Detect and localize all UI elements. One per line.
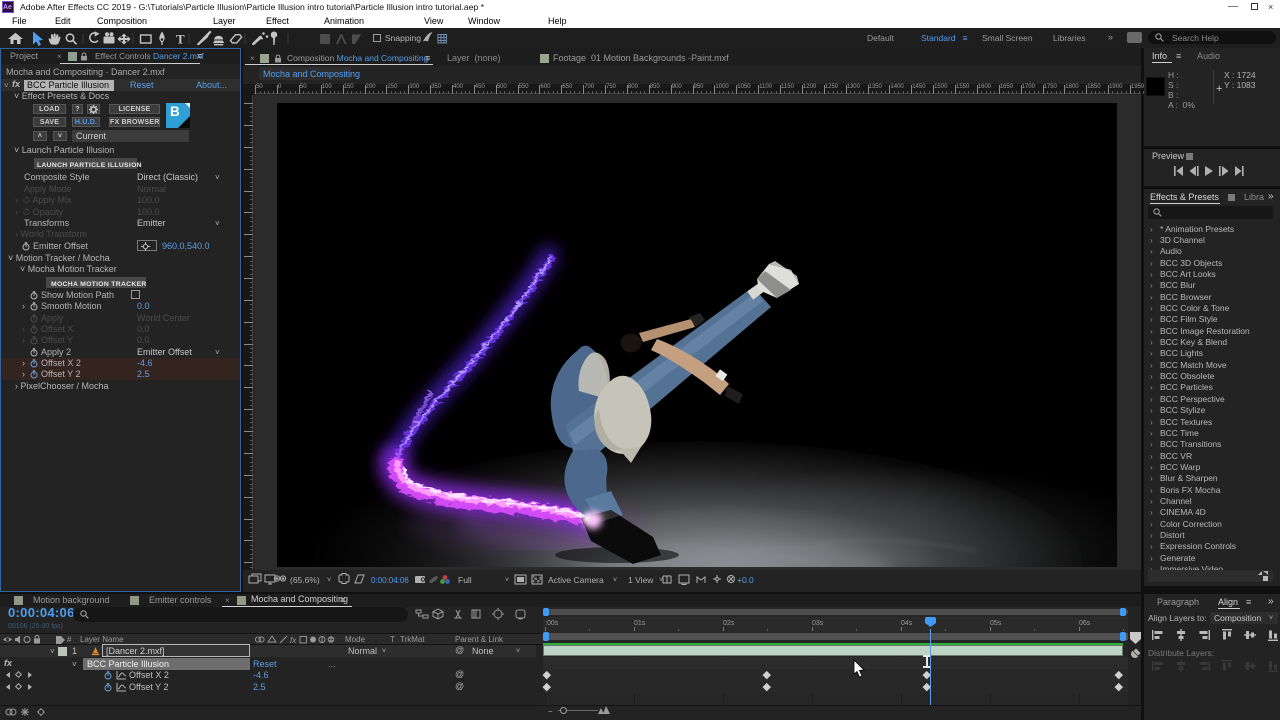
svg-text:T: T bbox=[176, 32, 185, 47]
svg-text:fx: fx bbox=[290, 636, 297, 645]
